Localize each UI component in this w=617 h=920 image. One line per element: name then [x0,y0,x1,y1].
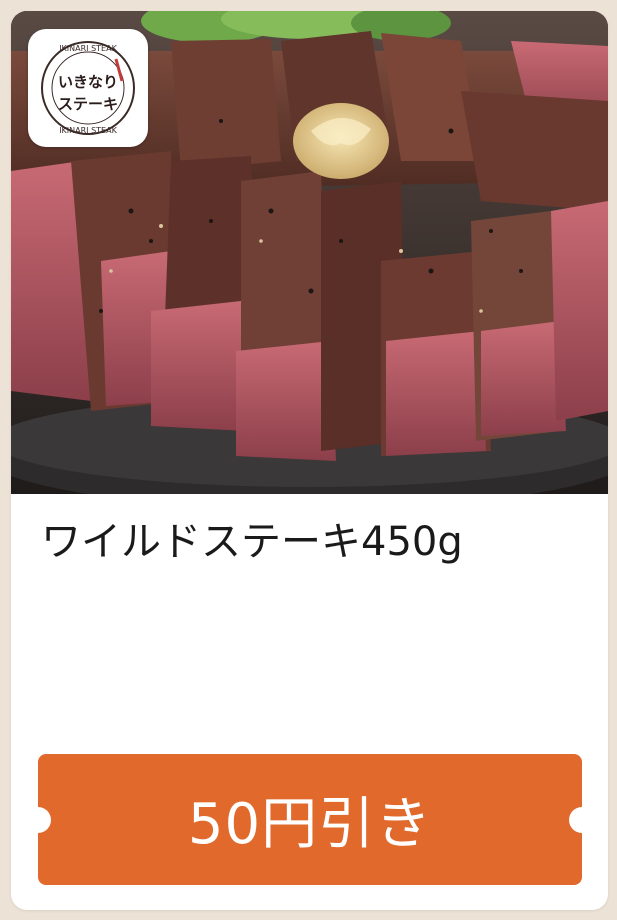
svg-text:いきなり: いきなり [58,73,118,91]
steak-photo: IKINARI STEAK IKINARI STEAK いきなり ステーキ [11,11,608,494]
menu-item-title: ワイルドステーキ450g [41,519,463,565]
brand-logo: IKINARI STEAK IKINARI STEAK いきなり ステーキ [28,29,148,147]
logo-ring-text-top: IKINARI STEAK [59,44,117,53]
coupon-label: 50円引き [187,792,433,857]
svg-text:ステーキ: ステーキ [58,95,118,113]
coupon-button[interactable]: 50円引き [25,754,595,885]
logo-ring-text-bottom: IKINARI STEAK [59,126,117,135]
menu-card[interactable]: IKINARI STEAK IKINARI STEAK いきなり ステーキ ワイ… [11,11,608,910]
